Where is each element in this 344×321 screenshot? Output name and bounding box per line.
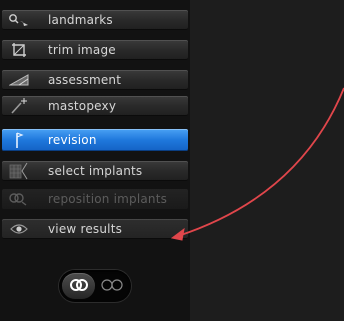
menu-label: view results	[48, 222, 123, 236]
menu-label: revision	[48, 133, 97, 147]
double-circle-filled-icon	[68, 277, 90, 296]
menu-item-select-implants[interactable]: select implants	[2, 161, 188, 181]
double-circle-outline-icon	[100, 277, 124, 296]
menu-item-view-results[interactable]: view results	[2, 219, 188, 239]
sidebar-menu: landmarks trim image assessment mastopex…	[0, 0, 190, 321]
menu-label: trim image	[48, 43, 116, 57]
landmarks-pin-icon	[4, 10, 34, 30]
menu-item-assessment[interactable]: assessment	[2, 70, 188, 90]
menu-label: assessment	[48, 73, 122, 87]
scalpel-sparkle-icon	[4, 96, 34, 116]
menu-item-mastopexy[interactable]: mastopexy	[2, 96, 188, 116]
eye-icon	[4, 219, 34, 239]
menu-label: mastopexy	[48, 99, 117, 113]
reposition-icon	[4, 189, 34, 209]
ruler-triangle-icon	[4, 70, 34, 90]
implants-grid-icon	[4, 161, 34, 181]
toggle-option-filled[interactable]	[62, 273, 95, 299]
menu-item-landmarks[interactable]: landmarks	[2, 10, 188, 30]
menu-item-revision[interactable]: revision	[2, 129, 188, 151]
menu-label: landmarks	[48, 13, 113, 27]
main-canvas	[190, 0, 344, 321]
menu-label: select implants	[48, 164, 143, 178]
menu-item-trim-image[interactable]: trim image	[2, 40, 188, 60]
revision-tool-icon	[4, 130, 34, 150]
menu-item-reposition-implants[interactable]: reposition implants	[2, 189, 188, 209]
view-mode-toggle[interactable]	[59, 270, 131, 302]
toggle-option-outline[interactable]	[95, 273, 128, 299]
crop-icon	[4, 40, 34, 60]
menu-label: reposition implants	[48, 192, 168, 206]
